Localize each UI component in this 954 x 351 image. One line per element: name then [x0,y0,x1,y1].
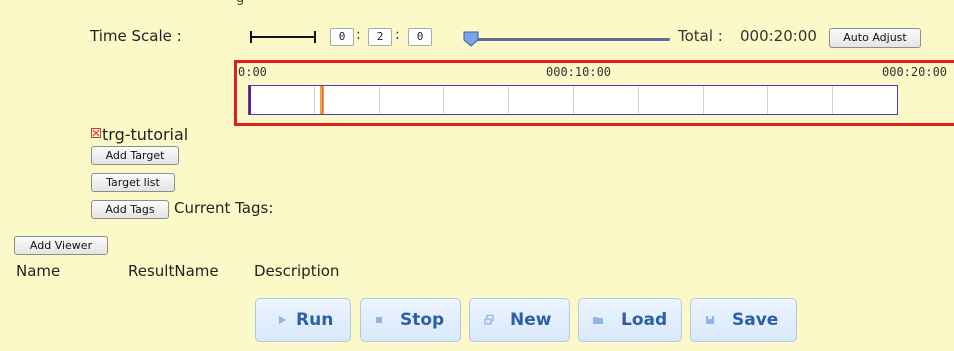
total-value: 000:20:00 [740,27,817,45]
target-name[interactable]: trg-tutorial [102,125,188,144]
timeline-gridline [379,86,380,114]
minutes-a-input[interactable]: 0 [330,28,354,46]
timeline-track[interactable] [248,85,898,115]
column-header-resultname: ResultName [128,262,219,280]
folder-icon [593,317,603,324]
timeline-gridline [767,86,768,114]
total-label: Total : [678,27,723,45]
timeline-gridline [703,86,704,114]
time-separator: : [395,27,400,43]
slider-thumb[interactable] [462,31,480,47]
save-button[interactable]: Save [690,298,797,342]
auto-adjust-button[interactable]: Auto Adjust [829,28,921,48]
duration-icon [250,31,316,43]
target-list-button[interactable]: Target list [91,173,175,192]
add-viewer-button[interactable]: Add Viewer [14,236,108,255]
save-label: Save [732,310,779,330]
clipped-header-text: g [236,0,536,6]
timeline-gridline [832,86,833,114]
main-panel: g Time Scale : 0 : 2 : 0 Total : 000:20:… [0,0,954,351]
run-label: Run [296,310,334,330]
new-window-icon [484,314,494,325]
timeline-start-marker [249,86,251,114]
stop-label: Stop [400,310,445,330]
load-button[interactable]: Load [578,298,682,342]
tick-label-end: 000:20:00 [882,65,948,79]
tick-label-start: 0:00 [238,65,267,79]
time-separator: : [356,27,361,43]
timeline-cursor-line [322,86,323,114]
minutes-b-input[interactable]: 2 [368,28,392,46]
add-tags-button[interactable]: Add Tags [91,200,169,219]
tick-label-mid: 000:10:00 [546,65,612,79]
current-tags-label: Current Tags: [174,199,274,217]
column-header-description: Description [254,262,340,280]
stop-button[interactable]: Stop [360,298,461,342]
time-scale-slider[interactable] [470,38,670,41]
load-label: Load [621,310,668,330]
timeline-gridline [573,86,574,114]
stop-icon [376,317,382,323]
timeline-gridline [508,86,509,114]
broken-image-icon [91,128,101,138]
seconds-input[interactable]: 0 [408,28,432,46]
new-button[interactable]: New [469,298,570,342]
disk-icon [706,316,714,324]
run-button[interactable]: Run [255,298,351,342]
new-label: New [510,310,552,330]
timeline-gridline [638,86,639,114]
timeline-gridline [314,86,315,114]
play-icon [279,316,286,324]
column-header-name: Name [16,262,61,280]
time-scale-label: Time Scale : [90,27,182,45]
add-target-button[interactable]: Add Target [91,146,179,165]
timeline-gridline [443,86,444,114]
